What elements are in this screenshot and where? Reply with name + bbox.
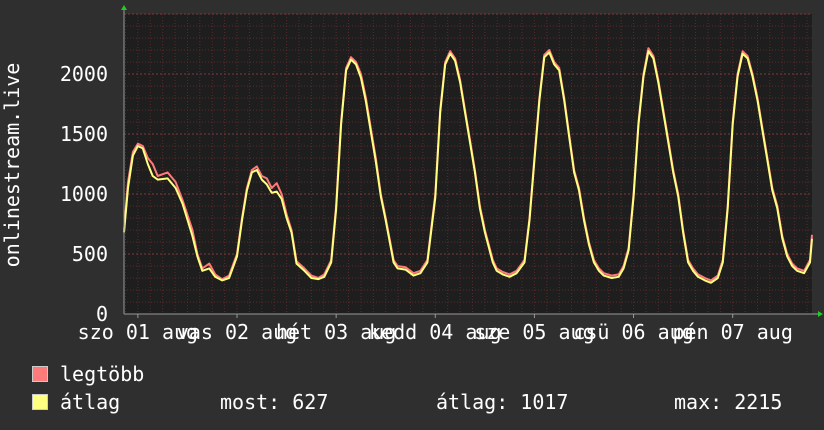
x-tick-label: pén 07 aug bbox=[672, 320, 792, 344]
legend-swatch-max bbox=[32, 366, 48, 382]
plot-area bbox=[124, 14, 812, 314]
y-tick-label: 1000 bbox=[60, 182, 108, 206]
legend-item-max: legtöbb bbox=[32, 362, 144, 386]
y-tick-label: 1500 bbox=[60, 122, 108, 146]
stat-avg: átlag: 1017 bbox=[436, 390, 569, 414]
stat-now: most: 627 bbox=[220, 390, 329, 414]
legend-label-avg: átlag bbox=[60, 390, 121, 414]
legend-label-max: legtöbb bbox=[60, 362, 145, 386]
chart: 0500100015002000szo 01 augvas 02 aughét … bbox=[0, 5, 823, 344]
y-tick-label: 2000 bbox=[60, 62, 108, 86]
x-axis-arrow bbox=[818, 311, 823, 317]
y-axis-arrow bbox=[121, 5, 127, 10]
y-tick-label: 500 bbox=[72, 242, 108, 266]
legend-swatch-avg bbox=[32, 394, 48, 410]
stat-max: max: 2215 bbox=[674, 390, 783, 414]
legend-item-avg: átlag bbox=[32, 390, 120, 414]
y-axis-label: onlinestream.live bbox=[0, 63, 24, 268]
